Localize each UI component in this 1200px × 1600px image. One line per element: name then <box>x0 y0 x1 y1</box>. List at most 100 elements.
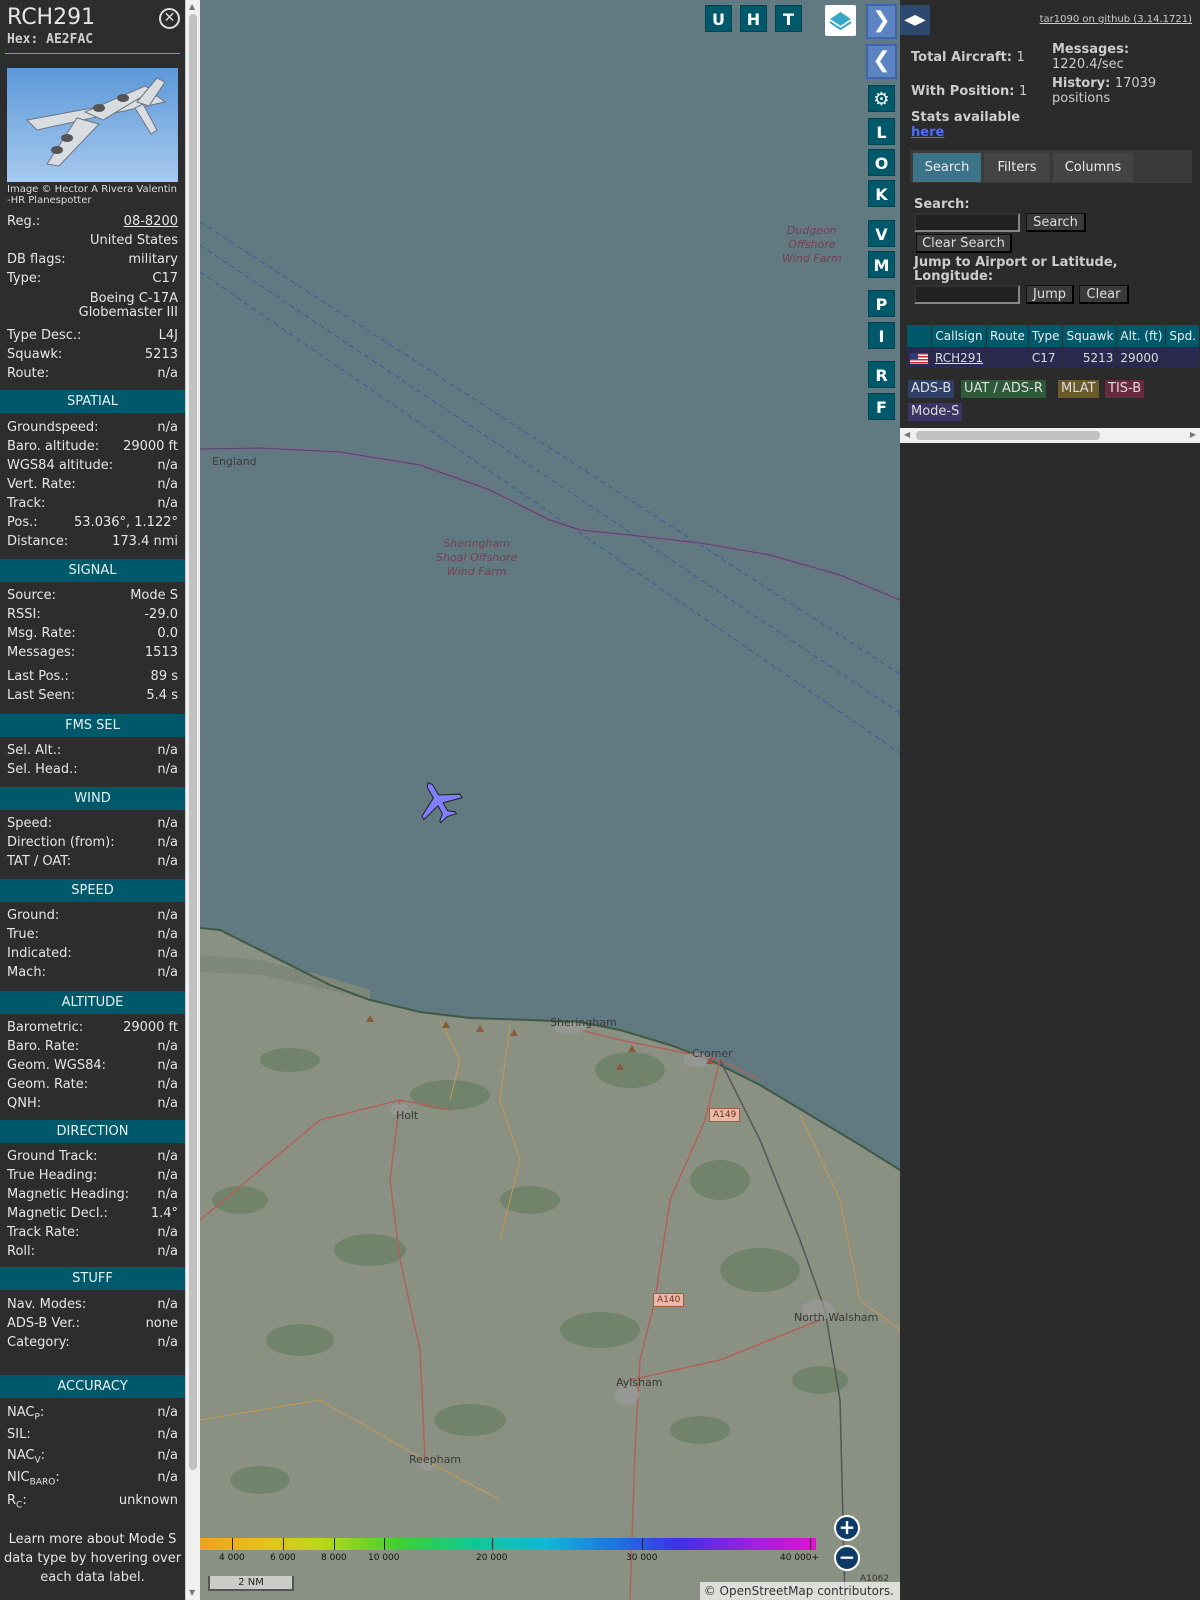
scroll-up-arrow-icon[interactable]: ▲ <box>189 2 195 11</box>
column-header-type[interactable]: Type <box>1028 325 1063 347</box>
altitude-row-label[interactable]: Geom. WGS84: <box>7 1057 106 1075</box>
map-button-h[interactable]: H <box>740 5 767 32</box>
stats-link[interactable]: here <box>911 125 944 140</box>
jump-button[interactable]: Jump <box>1026 285 1074 304</box>
wind-row-label[interactable]: Speed: <box>7 815 52 833</box>
tab-search[interactable]: Search <box>913 153 981 182</box>
tab-columns[interactable]: Columns <box>1053 153 1133 182</box>
table-cell-callsign[interactable]: RCH291 <box>932 348 987 368</box>
zoom-in-button[interactable]: + <box>834 1515 860 1541</box>
spatial-row-label[interactable]: Distance: <box>7 533 68 551</box>
column-header-route[interactable]: Route <box>987 325 1028 347</box>
map-button-m[interactable]: M <box>868 251 895 278</box>
altitude-row-label[interactable]: Barometric: <box>7 1019 83 1037</box>
map-button-v[interactable]: V <box>868 220 895 247</box>
collapse-left-button[interactable]: ❮ <box>866 44 897 79</box>
column-header-altitude[interactable]: Alt. (ft) <box>1117 325 1166 347</box>
column-header-callsign[interactable]: Callsign <box>932 325 987 347</box>
speed-row-label[interactable]: Mach: <box>7 964 46 982</box>
scroll-right-arrow-icon[interactable]: ▶ <box>1190 430 1196 439</box>
column-header-flag[interactable] <box>907 325 931 347</box>
direction-row-label[interactable]: Ground Track: <box>7 1148 97 1166</box>
clear-search-button[interactable]: Clear Search <box>916 234 1012 253</box>
info-row-label[interactable]: Squawk: <box>7 346 62 364</box>
search-button[interactable]: Search <box>1026 213 1086 232</box>
spatial-row-label[interactable]: Groundspeed: <box>7 419 98 437</box>
scroll-down-arrow-icon[interactable]: ▼ <box>189 1588 195 1597</box>
close-icon[interactable]: ✕ <box>159 8 180 29</box>
fms-row-label[interactable]: Sel. Head.: <box>7 761 78 779</box>
info-row-label[interactable]: Type: <box>7 270 41 288</box>
scrollbar-thumb[interactable] <box>916 431 1100 440</box>
info-row-label[interactable]: Route: <box>7 365 49 383</box>
direction-row-label[interactable]: Roll: <box>7 1243 35 1261</box>
map-button-i[interactable]: I <box>868 322 895 349</box>
map-button-t[interactable]: T <box>775 5 802 32</box>
wind-row-label[interactable]: Direction (from): <box>7 834 115 852</box>
wind-row-label[interactable]: TAT / OAT: <box>7 853 71 871</box>
scrollbar-thumb[interactable] <box>189 14 197 1470</box>
accuracy-row-label[interactable]: NICBARO: <box>7 1469 60 1492</box>
search-input[interactable] <box>914 213 1020 232</box>
map-button-f[interactable]: F <box>868 393 895 420</box>
altitude-row-value: n/a <box>157 1096 178 1111</box>
altitude-row-label[interactable]: Geom. Rate: <box>7 1076 88 1094</box>
clear-button[interactable]: Clear <box>1079 285 1129 304</box>
toggle-sidebar-button[interactable]: ◀▶ <box>900 5 930 35</box>
direction-row-label[interactable]: Magnetic Decl.: <box>7 1205 108 1223</box>
scroll-left-arrow-icon[interactable]: ◀ <box>904 430 910 439</box>
map-button-o[interactable]: O <box>868 149 895 176</box>
altitude-row-label[interactable]: Baro. Rate: <box>7 1038 79 1056</box>
info-row-label[interactable]: Type Desc.: <box>7 327 81 345</box>
table-horizontal-scrollbar[interactable]: ◀ ▶ <box>900 428 1200 443</box>
speed-row-label[interactable]: Ground: <box>7 907 59 925</box>
map-button-k[interactable]: K <box>868 180 895 207</box>
stuff-row-label[interactable]: Category: <box>7 1334 70 1352</box>
photo-credit[interactable]: Image © Hector A Rivera Valentin -HR Pla… <box>7 184 182 206</box>
altitude-row-label[interactable]: QNH: <box>7 1095 41 1113</box>
accuracy-row-label[interactable]: NACV: <box>7 1447 45 1470</box>
column-header-speed[interactable]: Spd. <box>1166 325 1200 347</box>
aircraft-photo[interactable] <box>7 68 178 182</box>
zoom-out-button[interactable]: − <box>834 1545 860 1571</box>
info-panel-scrollbar[interactable]: ▲ ▼ <box>185 0 200 1600</box>
direction-row-label[interactable]: Track Rate: <box>7 1224 79 1242</box>
jump-input[interactable] <box>914 285 1020 304</box>
info-row-label[interactable]: Reg.: <box>7 213 40 231</box>
settings-button[interactable]: ⚙ <box>868 85 895 112</box>
signal-row-label[interactable]: RSSI: <box>7 606 41 624</box>
accuracy-row-label[interactable]: RC: <box>7 1492 27 1515</box>
expand-right-button[interactable]: ❯ <box>866 4 897 39</box>
signal-row-label[interactable]: Messages: <box>7 644 75 662</box>
map-button-u[interactable]: U <box>705 5 732 32</box>
stuff-row-label[interactable]: Nav. Modes: <box>7 1296 86 1314</box>
accuracy-row-label[interactable]: SIL: <box>7 1426 31 1444</box>
map-button-r[interactable]: R <box>868 361 895 388</box>
speed-row-label[interactable]: Indicated: <box>7 945 72 963</box>
table-row[interactable]: RCH291 C17 5213 29000 <box>907 348 1200 368</box>
spatial-row-label[interactable]: Pos.: <box>7 514 38 532</box>
signal-row-label[interactable]: Last Pos.: <box>7 668 69 686</box>
direction-row-label[interactable]: True Heading: <box>7 1167 97 1185</box>
map-button-l[interactable]: L <box>868 118 895 145</box>
speed-row-label[interactable]: True: <box>7 926 39 944</box>
map-button-p[interactable]: P <box>868 290 895 317</box>
map-attribution[interactable]: © OpenStreetMap contributors. <box>700 1582 900 1600</box>
map-view[interactable]: England Sheringham Cromer Holt North Wal… <box>200 0 900 1600</box>
stuff-row-label[interactable]: ADS-B Ver.: <box>7 1315 80 1333</box>
info-row-label[interactable]: DB flags: <box>7 251 66 269</box>
signal-row-label[interactable]: Source: <box>7 587 56 605</box>
spatial-row-label[interactable]: Baro. altitude: <box>7 438 99 456</box>
spatial-row-label[interactable]: Vert. Rate: <box>7 476 76 494</box>
signal-row-label[interactable]: Msg. Rate: <box>7 625 76 643</box>
layers-button[interactable] <box>825 5 856 36</box>
fms-row-label[interactable]: Sel. Alt.: <box>7 742 61 760</box>
direction-row-label[interactable]: Magnetic Heading: <box>7 1186 129 1204</box>
spatial-row-label[interactable]: WGS84 altitude: <box>7 457 113 475</box>
column-header-squawk[interactable]: Squawk <box>1063 325 1117 347</box>
spatial-row-label[interactable]: Track: <box>7 495 45 513</box>
accuracy-row-label[interactable]: NACP: <box>7 1404 44 1427</box>
signal-row-label[interactable]: Last Seen: <box>7 687 75 705</box>
github-link[interactable]: tar1090 on github (3.14.1721) <box>1040 14 1192 25</box>
tab-filters[interactable]: Filters <box>984 153 1050 182</box>
